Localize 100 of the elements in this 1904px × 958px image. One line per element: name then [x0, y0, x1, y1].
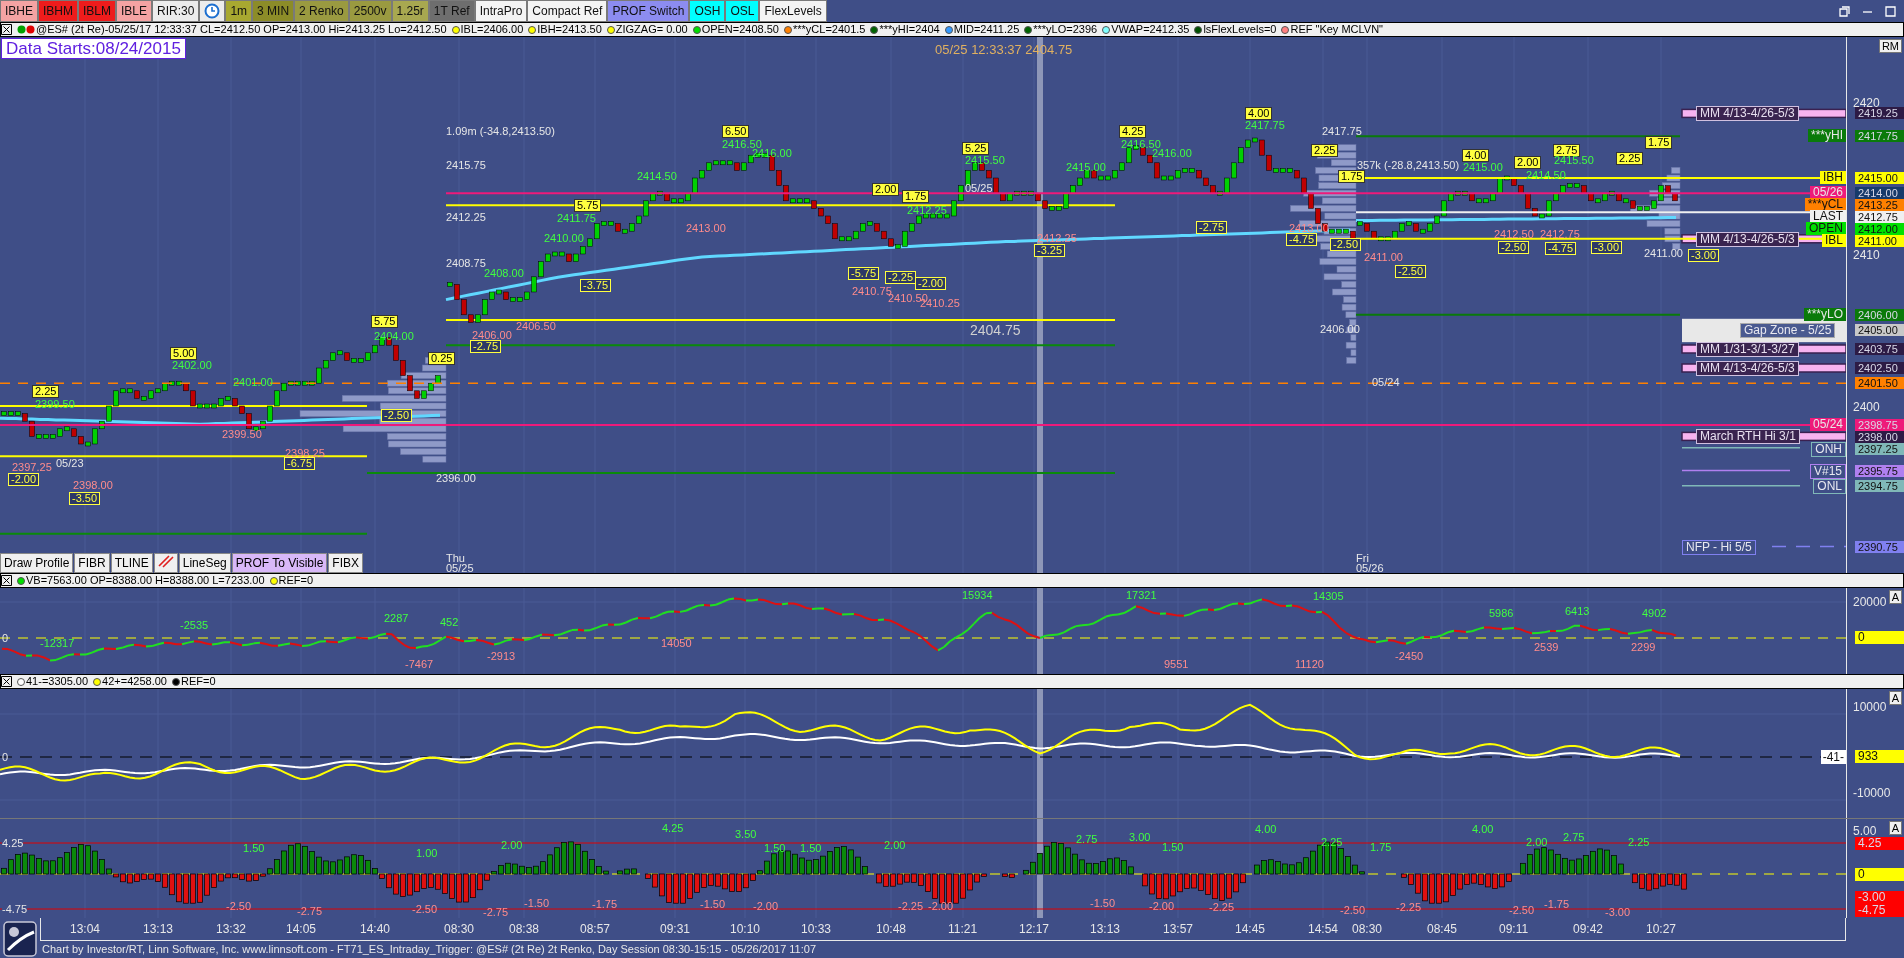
level-flag: ***yLO	[1803, 307, 1846, 321]
axis-mode-button[interactable]: RM	[1878, 39, 1902, 53]
legend-item: REF=0	[278, 574, 314, 587]
price-label: 2413.00	[686, 222, 726, 234]
brick-count-label: -3.00	[1688, 249, 1720, 262]
price-label: 2416.50	[722, 138, 762, 150]
price-tag: 2403.75	[1855, 343, 1904, 355]
toolbar-button[interactable]: RIR:30	[152, 0, 200, 22]
legend-item: 42+=4258.00	[102, 675, 167, 688]
drawing-tool-button[interactable]: TLINE	[110, 553, 153, 573]
date-label: 05/25	[446, 563, 474, 573]
toolbar-button[interactable]: IBHM	[38, 0, 78, 22]
price-tag: 2419.25	[1855, 107, 1904, 120]
price-label: 05/25	[965, 182, 993, 194]
brick-count-label: -4.75	[1286, 233, 1318, 246]
price-label: -1.75	[1544, 898, 1570, 910]
brick-count-label: -3.25	[1034, 244, 1066, 257]
price-label: 2408.75	[446, 257, 486, 269]
price-label: 2.75	[1563, 831, 1585, 843]
brick-count-label: 4.00	[1462, 149, 1490, 162]
axis-tick-label: 20000	[1853, 596, 1887, 608]
price-label: -1.50	[1090, 897, 1116, 909]
toolbar-button[interactable]: 1T Ref	[428, 0, 475, 22]
price-tag: 2395.75	[1855, 464, 1904, 477]
zero-label: 0	[2, 751, 9, 763]
toolbar-button[interactable]: IBLE	[116, 0, 153, 22]
brick-count-label: 4.25	[1119, 125, 1147, 138]
price-tag: 2406.00	[1855, 308, 1904, 321]
time-axis-label: 12:17	[1019, 923, 1050, 936]
brick-count-label: 2.25	[32, 385, 60, 398]
toolbar-button[interactable]: 2500v	[348, 0, 392, 22]
day-label: Thu	[446, 553, 466, 563]
price-label: -1.50	[700, 898, 726, 910]
price-label: -2450	[1395, 650, 1424, 662]
series-flag: -41-	[1820, 750, 1846, 764]
axis-mode-button[interactable]: A	[1888, 590, 1902, 604]
drawing-tool-button[interactable]: PROF To Visible	[231, 553, 328, 573]
toolbar-button[interactable]: Compact Ref	[527, 0, 608, 22]
level-label: ONH	[1811, 442, 1846, 457]
time-axis-label: 10:10	[730, 923, 761, 936]
price-label: -2535	[180, 619, 209, 631]
price-label: 2.25	[1628, 836, 1650, 848]
price-label: 2415.00	[1066, 161, 1106, 173]
price-label: 2417.75	[1245, 119, 1285, 131]
toolbar-button[interactable]: IBHE	[0, 0, 38, 22]
toolbar-button[interactable]: PROF Switch	[607, 0, 690, 22]
close-icon[interactable]	[1, 575, 12, 586]
toolbar-button[interactable]: 3 MIN	[252, 0, 295, 22]
time-axis-label: 08:30	[1352, 923, 1383, 936]
toolbar-button[interactable]: 1.25r	[391, 0, 429, 22]
threshold-label: -4.75	[2, 903, 28, 915]
brick-count-label: 6.50	[722, 125, 750, 138]
draw-line-button[interactable]	[153, 553, 178, 573]
price-tag: 2417.75	[1855, 130, 1904, 143]
price-tag: 2412.00	[1855, 223, 1904, 236]
toolbar-button[interactable]: OSH	[689, 0, 726, 22]
brick-count-label: 1.75	[1338, 170, 1366, 183]
price-label: -2.50	[226, 900, 252, 912]
drawing-tool-button[interactable]: FIBR	[74, 553, 110, 573]
price-tag: 2415.00	[1855, 172, 1904, 184]
price-label: 05/24	[1372, 376, 1400, 388]
price-label: 2402.00	[172, 359, 212, 371]
toolbar-button[interactable]: IntraPro	[474, 0, 528, 22]
toolbar-button[interactable]: 2 Renko	[294, 0, 349, 22]
axis-mode-button[interactable]: A	[1888, 821, 1902, 835]
drawing-tool-button[interactable]: FIBX	[328, 553, 364, 573]
price-label: 2406.00	[472, 329, 512, 341]
restore-icon[interactable]	[1839, 5, 1850, 17]
price-label: 2411.00	[1644, 247, 1683, 259]
toolbar-button[interactable]: FlexLevels	[759, 0, 827, 22]
price-label: 1.50	[1162, 841, 1184, 853]
time-axis-label: 13:32	[216, 923, 247, 936]
brick-count-label: -2.50	[1395, 265, 1427, 278]
price-label: 4902	[1642, 607, 1667, 619]
legend-item: VWAP=2412.35	[1111, 23, 1190, 36]
toolbar-button[interactable]: 1m	[225, 0, 253, 22]
maximize-icon[interactable]	[1885, 5, 1896, 17]
price-label: 14305	[1313, 590, 1344, 602]
toolbar-button[interactable]: OSL	[725, 0, 760, 22]
clock-button[interactable]	[199, 0, 226, 22]
level-label: March RTH Hi 3/1	[1696, 429, 1800, 445]
brick-count-label: 5.00	[170, 347, 198, 360]
brick-count-label: 2.00	[1514, 156, 1542, 169]
brick-count-label: 4.00	[1245, 107, 1273, 120]
price-tag: 2401.50	[1855, 377, 1904, 390]
drawing-tool-button[interactable]: LineSeg	[178, 553, 231, 573]
toolbar-button[interactable]: IBLM	[78, 0, 117, 22]
axis-mode-button[interactable]: A	[1888, 691, 1902, 705]
close-icon[interactable]	[1, 676, 12, 687]
time-axis-label: 14:45	[1235, 923, 1266, 936]
drawing-tool-button[interactable]: Draw Profile	[0, 553, 74, 573]
brick-count-label: -2.00	[8, 473, 40, 486]
legend-item: MID=2411.25	[953, 23, 1020, 36]
time-axis-label: 14:05	[286, 923, 317, 936]
price-label: 5986	[1489, 607, 1514, 619]
close-icon[interactable]	[1, 24, 12, 35]
level-flag: IBL	[1822, 234, 1846, 248]
price-label: -2.25	[1396, 901, 1422, 913]
time-axis-label: 08:38	[509, 923, 540, 936]
price-label: 2412.75	[1540, 228, 1580, 240]
